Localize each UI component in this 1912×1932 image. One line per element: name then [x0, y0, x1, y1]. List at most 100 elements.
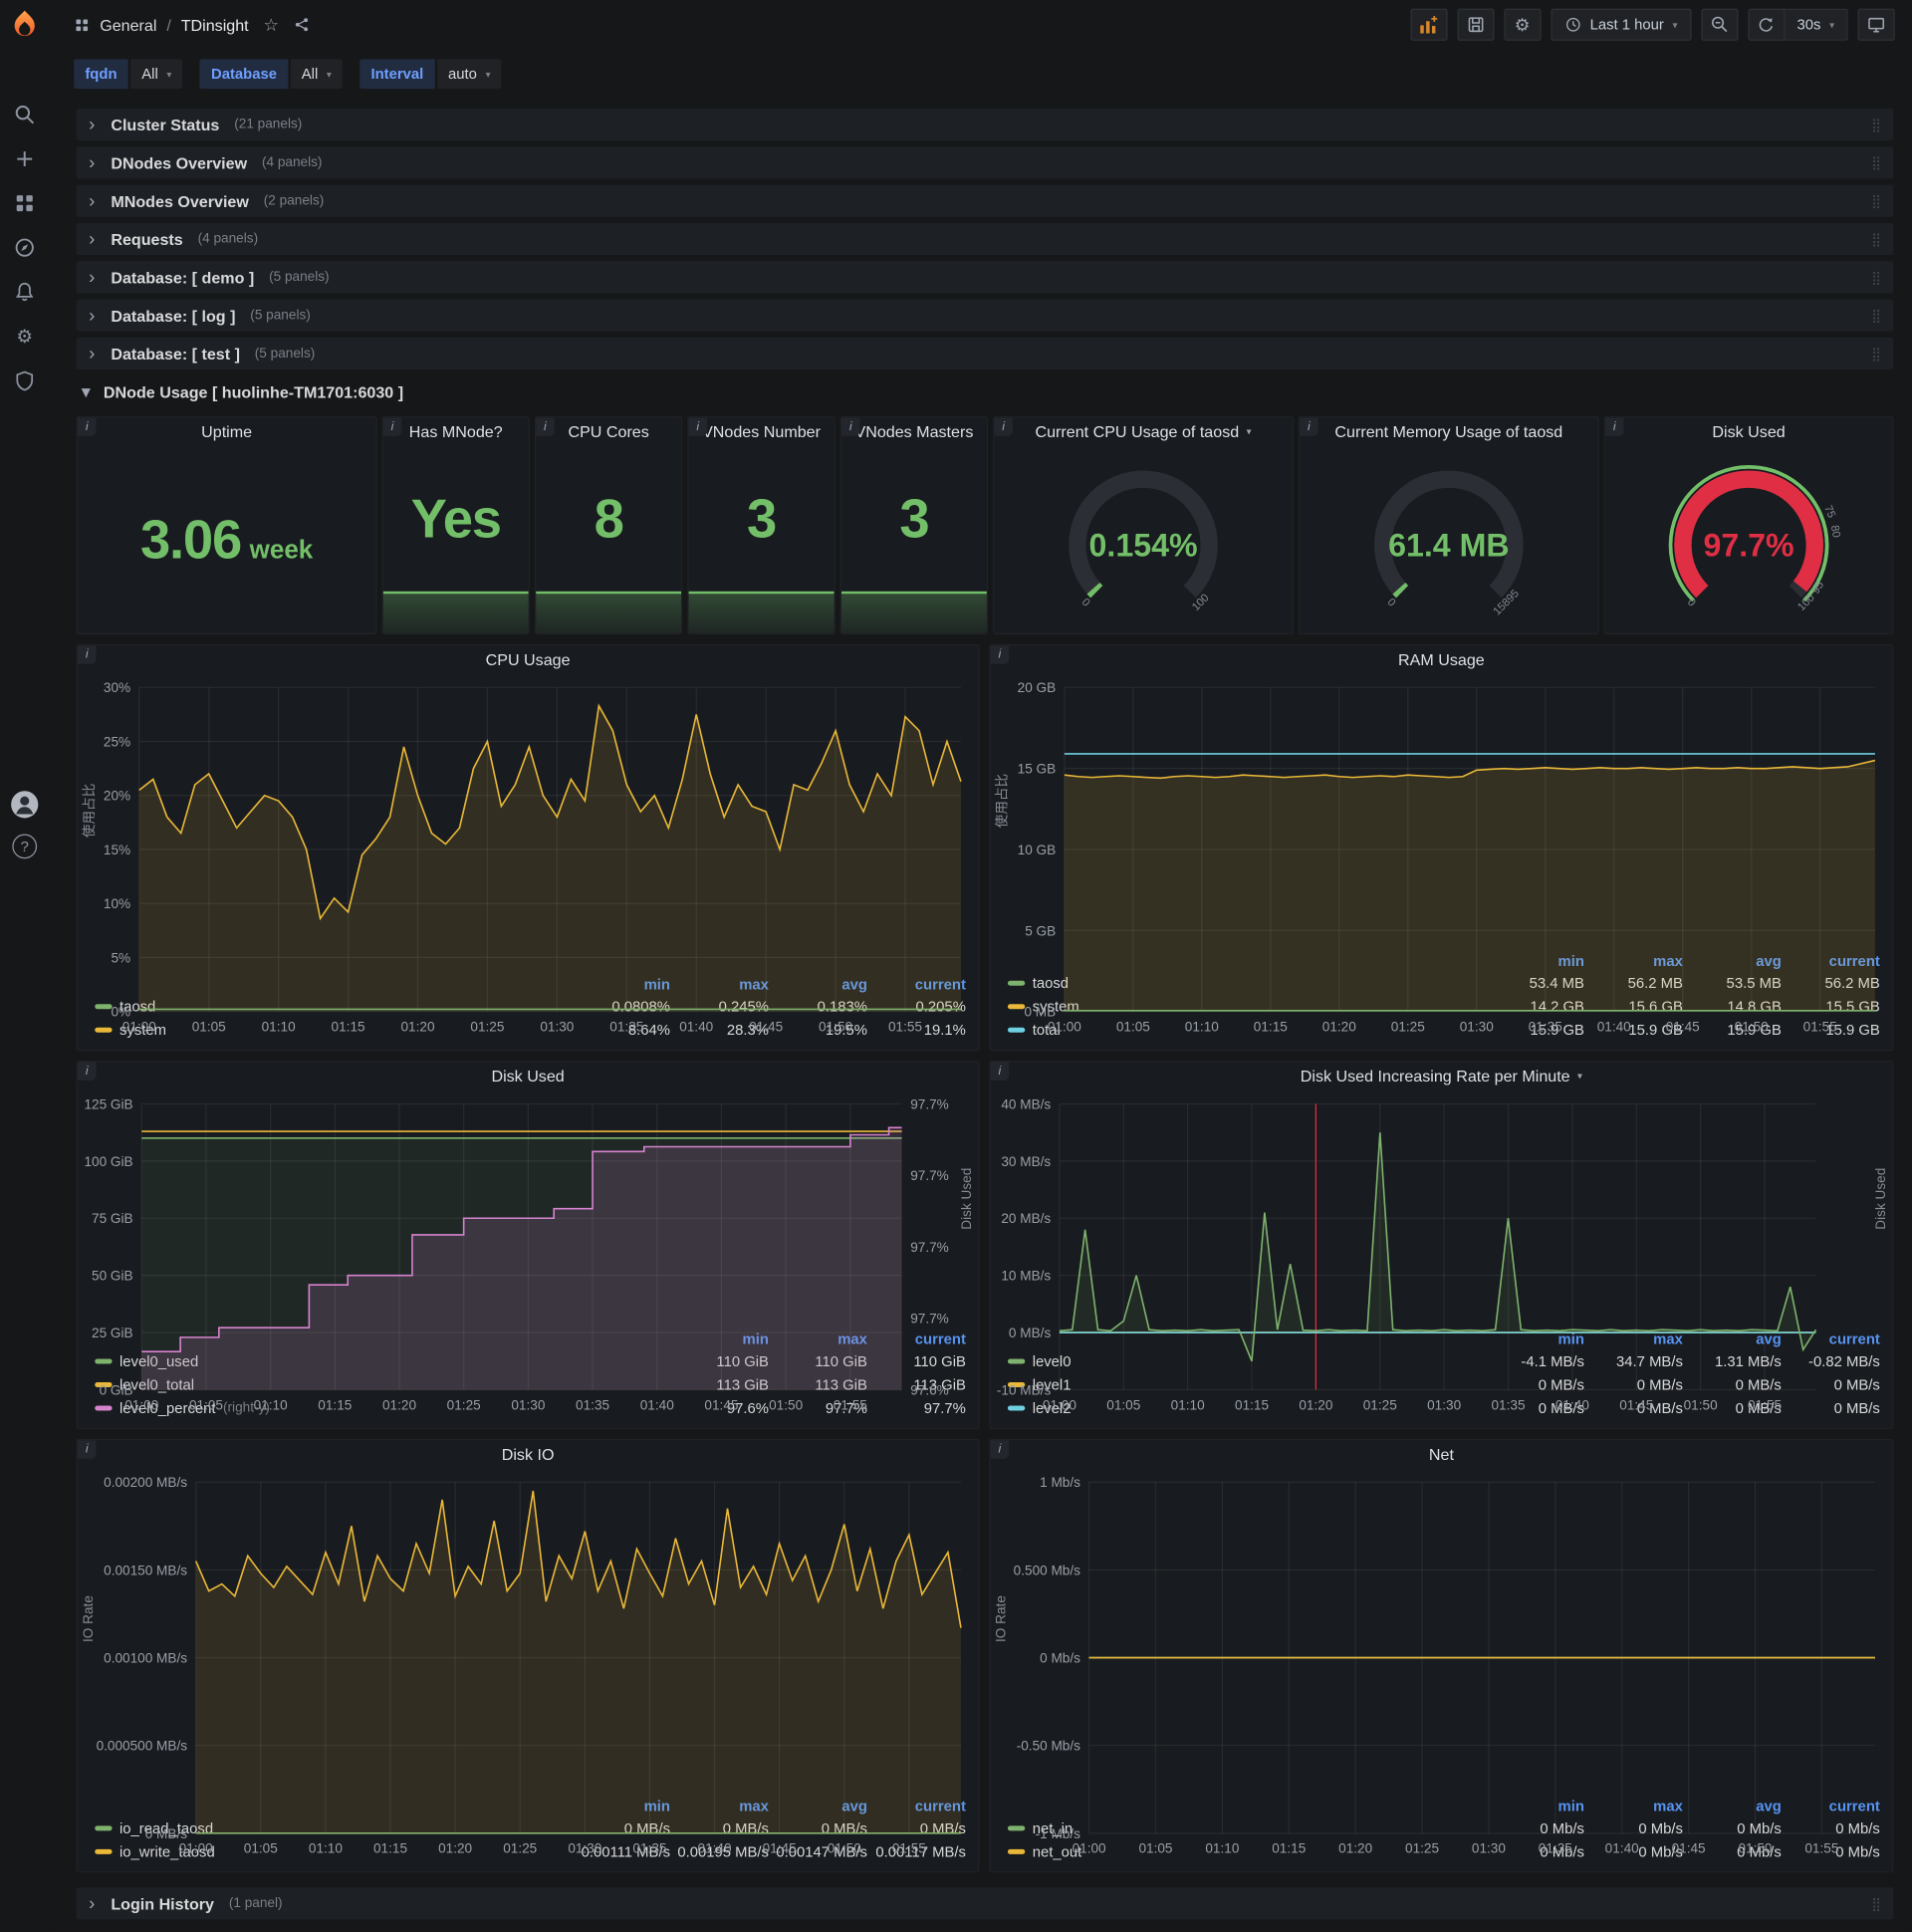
- drag-handle-icon[interactable]: ⣿: [1871, 231, 1881, 247]
- drag-handle-icon[interactable]: ⣿: [1871, 269, 1881, 286]
- chevron-right-icon: ›: [89, 343, 96, 364]
- row-database-demo[interactable]: › Database: [ demo ] (5 panels) ⣿: [76, 261, 1894, 294]
- grafana-logo-icon[interactable]: [0, 0, 49, 49]
- panel-title[interactable]: Has MNode?: [383, 417, 529, 447]
- panel-title[interactable]: Net: [991, 1440, 1893, 1470]
- info-icon[interactable]: i: [994, 417, 1013, 436]
- create-plus-icon[interactable]: [11, 145, 38, 172]
- svg-text:-10 MB/s: -10 MB/s: [997, 1382, 1052, 1397]
- info-icon[interactable]: i: [77, 1062, 97, 1081]
- row-login-history[interactable]: › Login History (1 panel) ⣿: [76, 1887, 1894, 1920]
- zoom-out-button[interactable]: [1700, 8, 1739, 41]
- share-icon[interactable]: [294, 16, 311, 33]
- dashboards-icon[interactable]: [11, 190, 38, 217]
- svg-text:97.7%: 97.7%: [1703, 528, 1793, 564]
- svg-text:10 MB/s: 10 MB/s: [1001, 1269, 1051, 1284]
- explore-compass-icon[interactable]: [11, 234, 38, 261]
- row-database-log[interactable]: › Database: [ log ] (5 panels) ⣿: [76, 299, 1894, 332]
- info-icon[interactable]: i: [536, 417, 555, 436]
- refresh-interval-dropdown[interactable]: 30s ▾: [1785, 8, 1848, 41]
- server-admin-shield-icon[interactable]: [11, 367, 38, 394]
- panel-title[interactable]: VNodes Number: [689, 417, 835, 447]
- panel-title[interactable]: Uptime: [78, 417, 375, 447]
- svg-text:15 GB: 15 GB: [1018, 762, 1057, 777]
- panel-disk-rate-graph: i Disk Used Increasing Rate per Minute ▾…: [989, 1061, 1894, 1430]
- drag-handle-icon[interactable]: ⣿: [1871, 346, 1881, 362]
- svg-text:0 MB/s: 0 MB/s: [145, 1826, 188, 1841]
- alerting-bell-icon[interactable]: [11, 279, 38, 306]
- add-panel-button[interactable]: [1409, 8, 1448, 41]
- drag-handle-icon[interactable]: ⣿: [1871, 193, 1881, 209]
- svg-text:25%: 25%: [104, 734, 130, 749]
- svg-text:01:15: 01:15: [373, 1841, 407, 1856]
- time-range-picker[interactable]: Last 1 hour ▾: [1550, 8, 1692, 41]
- panel-title[interactable]: RAM Usage: [991, 645, 1893, 675]
- svg-text:1 Mb/s: 1 Mb/s: [1040, 1475, 1080, 1490]
- panel-ram-usage-graph: i RAM Usage 使用占比 0 MB 5 GB 10 GB 15 GB 20 GB…: [989, 644, 1894, 1052]
- save-dashboard-button[interactable]: [1456, 8, 1495, 41]
- breadcrumb-dashboard-title[interactable]: TDinsight: [181, 15, 249, 34]
- panel-title[interactable]: Disk IO: [78, 1440, 978, 1470]
- panel-title[interactable]: Disk Used: [78, 1062, 978, 1091]
- variable-interval: Interval auto ▾: [359, 59, 502, 90]
- info-icon[interactable]: i: [990, 1062, 1010, 1081]
- disk-io-plot[interactable]: 0 MB/s 0.000500 MB/s 0.00100 MB/s 0.00150 M…: [78, 1470, 978, 1856]
- panel-title[interactable]: Current Memory Usage of taosd: [1300, 417, 1597, 447]
- svg-text:01:10: 01:10: [1185, 1019, 1219, 1034]
- grafana-app: ⚙ ? General / TDinsight ☆ ⚙ Last 1 hour …: [0, 0, 1912, 1932]
- info-icon[interactable]: i: [1604, 417, 1624, 436]
- row-requests[interactable]: › Requests (4 panels) ⣿: [76, 222, 1894, 256]
- info-icon[interactable]: i: [77, 1440, 97, 1459]
- row-mnodes-overview[interactable]: › MNodes Overview (2 panels) ⣿: [76, 184, 1894, 217]
- svg-text:97.7%: 97.7%: [910, 1096, 949, 1111]
- info-icon[interactable]: i: [77, 417, 97, 436]
- panel-title[interactable]: CPU Usage: [78, 645, 978, 675]
- breadcrumb-folder[interactable]: General: [100, 15, 156, 34]
- info-icon[interactable]: i: [990, 1440, 1010, 1459]
- info-icon[interactable]: i: [1300, 417, 1318, 436]
- help-icon[interactable]: ?: [12, 834, 38, 859]
- panel-title[interactable]: CPU Cores: [536, 417, 681, 447]
- variable-fqdn-label: fqdn: [74, 59, 128, 90]
- panel-title[interactable]: VNodes Masters: [841, 417, 987, 447]
- drag-handle-icon[interactable]: ⣿: [1871, 117, 1881, 132]
- refresh-button[interactable]: [1747, 8, 1786, 41]
- disk-used-plot[interactable]: 0 GiB 25 GiB 50 GiB 75 GiB 100 GiB 125 GiB 01:…: [78, 1091, 978, 1412]
- breadcrumb-separator: /: [166, 15, 171, 35]
- svg-text:01:45: 01:45: [1666, 1019, 1700, 1034]
- cpu-usage-plot[interactable]: 0% 5% 10% 15% 20% 25% 30% 01:00 01:05 01:10 01:15 0…: [78, 675, 978, 1034]
- stat-value: 8: [594, 488, 624, 550]
- info-icon[interactable]: i: [382, 417, 402, 436]
- user-avatar[interactable]: [11, 791, 39, 819]
- star-icon[interactable]: ☆: [263, 14, 279, 35]
- svg-text:01:40: 01:40: [1605, 1841, 1639, 1856]
- row-dnode-usage[interactable]: ▾ DNode Usage [ huolinhe-TM1701:6030 ]: [77, 375, 1894, 407]
- svg-text:01:40: 01:40: [640, 1397, 674, 1412]
- drag-handle-icon[interactable]: ⣿: [1871, 1895, 1881, 1912]
- svg-text:75 GiB: 75 GiB: [92, 1211, 133, 1226]
- drag-handle-icon[interactable]: ⣿: [1871, 308, 1881, 324]
- disk-rate-plot[interactable]: -10 MB/s 0 MB/s 10 MB/s 20 MB/s 30 MB/s 40 MB…: [991, 1091, 1893, 1412]
- drag-handle-icon[interactable]: ⣿: [1871, 154, 1881, 170]
- dashboard-settings-button[interactable]: ⚙: [1503, 8, 1542, 41]
- panel-title[interactable]: Disk Used Increasing Rate per Minute ▾: [991, 1062, 1893, 1091]
- chart-row-1: i CPU Usage 使用占比 0% 5% 10% 15% 20% 25% 30% 01:0…: [76, 644, 1894, 1052]
- row-cluster-status[interactable]: › Cluster Status (21 panels) ⣿: [76, 108, 1894, 141]
- panel-title[interactable]: Disk Used: [1605, 417, 1892, 447]
- row-database-test[interactable]: › Database: [ test ] (5 panels) ⣿: [76, 337, 1894, 370]
- info-icon[interactable]: i: [840, 417, 860, 436]
- ram-usage-plot[interactable]: 0 MB 5 GB 10 GB 15 GB 20 GB 01:00 01:05 01:10 01…: [991, 675, 1893, 1034]
- row-dnodes-overview[interactable]: › DNodes Overview (4 panels) ⣿: [76, 146, 1894, 179]
- variable-fqdn-value[interactable]: All ▾: [130, 59, 183, 90]
- info-icon[interactable]: i: [990, 645, 1010, 664]
- net-plot[interactable]: -1 Mb/s -0.50 Mb/s 0 Mb/s 0.500 Mb/s 1 Mb/s 0…: [991, 1470, 1893, 1856]
- configuration-gear-icon[interactable]: ⚙: [11, 323, 38, 350]
- cycle-view-button[interactable]: [1857, 8, 1895, 41]
- svg-text:01:20: 01:20: [438, 1841, 472, 1856]
- variable-database-value[interactable]: All ▾: [290, 59, 344, 90]
- panel-title[interactable]: Current CPU Usage of taosd ▾: [994, 417, 1292, 447]
- variable-interval-value[interactable]: auto ▾: [436, 59, 502, 90]
- info-icon[interactable]: i: [77, 645, 97, 664]
- search-icon[interactable]: [11, 101, 38, 127]
- info-icon[interactable]: i: [688, 417, 708, 436]
